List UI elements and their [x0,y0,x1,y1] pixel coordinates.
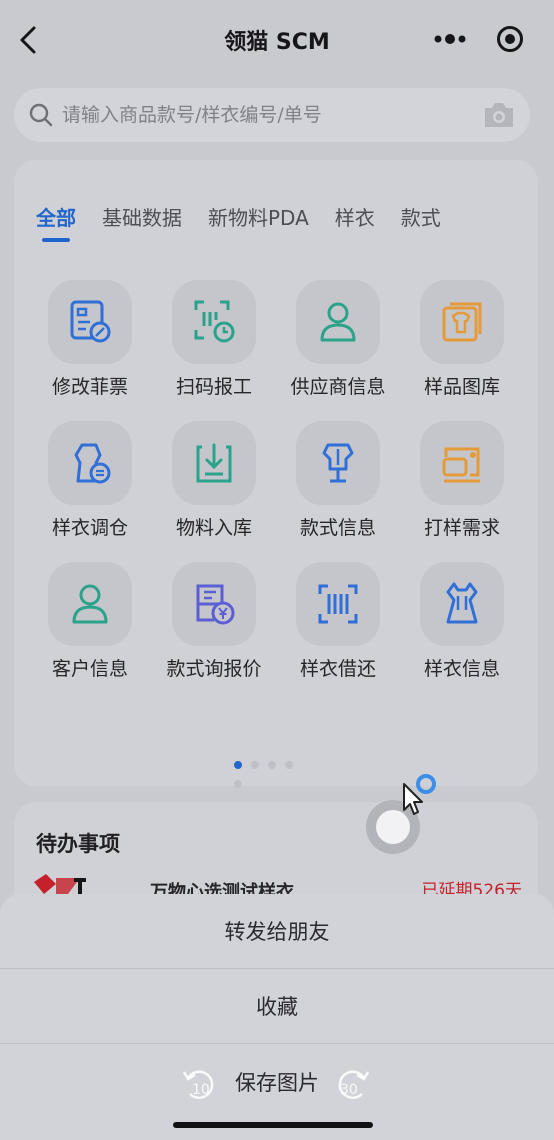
mannequin-transfer-icon [74,443,111,484]
forward-30-icon: 30 [338,1070,370,1099]
icon-tile [172,562,256,646]
grid-item-label: 扫码报工 [175,376,252,398]
tab-all[interactable]: 全部 [36,202,76,242]
grid-item-sample-gallery[interactable]: 样品图库 [400,276,524,406]
tab-basic-data[interactable]: 基础数据 [102,202,182,242]
svg-text:30: 30 [340,1082,358,1098]
tab-sample[interactable]: 样衣 [335,202,375,242]
page-indicator [234,754,314,788]
icon-tile [296,421,380,505]
grid-item-label: 样衣信息 [423,658,500,680]
icon-tile [172,421,256,505]
mannequin-icon [322,443,354,483]
save-image-button[interactable]: 保存图片 [0,1047,554,1119]
mouse-cursor-icon [403,774,436,815]
grid-item-label: 客户信息 [51,658,128,680]
svg-text:10: 10 [192,1082,210,1098]
grid-item-supplier-info[interactable]: 供应商信息 [276,276,400,406]
close-miniprogram-icon[interactable] [496,25,524,53]
category-tabs: 全部 基础数据 新物料PDA 样衣 款式 [36,202,516,246]
person-icon [320,302,356,342]
grid-item-sampling-demand[interactable]: 打样需求 [400,417,524,547]
grid-item-style-info[interactable]: 款式信息 [276,417,400,547]
favorite-button[interactable]: 收藏 [0,971,554,1043]
grid-item-label: 打样需求 [423,517,500,539]
grid-item-sample-borrow-return[interactable]: 样衣借还 [276,558,400,688]
grid-item-material-inbound[interactable]: 物料入库 [152,417,276,547]
icon-tile [48,280,132,364]
icon-tile [48,562,132,646]
divider [0,968,554,969]
nav-bar: 领猫 SCM [0,0,554,80]
sewing-machine-icon [442,447,480,483]
grid-item-label: 款式信息 [299,517,376,539]
page-dot [234,780,242,788]
gallery-shirt-icon [442,302,482,342]
divider [0,1043,554,1044]
todo-title: 待办事项 [36,832,120,856]
grid-item-sample-transfer[interactable]: 样衣调仓 [28,417,152,547]
icon-tile [420,280,504,364]
grid-item-label: 物料入库 [175,517,252,539]
grid-item-label: 供应商信息 [290,376,386,398]
grid-item-scan-report[interactable]: 扫码报工 [152,276,276,406]
grid-item-label: 样衣调仓 [51,517,128,539]
home-indicator[interactable] [173,1122,373,1128]
icon-tile [296,280,380,364]
grid-item-label: 款式询报价 [166,658,262,680]
icon-tile [172,280,256,364]
camera-icon[interactable] [482,100,516,130]
page-dot [234,761,242,769]
icon-tile [420,421,504,505]
grid-item-sample-info[interactable]: 样衣信息 [400,558,524,688]
barcode-scan-icon [318,584,358,624]
person-icon [72,584,108,624]
more-dots-icon[interactable] [432,28,468,50]
tab-style[interactable]: 款式 [401,202,441,242]
grid-item-label: 样衣借还 [299,658,376,680]
grid-item-style-quotation[interactable]: 款式询报价 [152,558,276,688]
edit-ticket-icon [70,300,111,343]
function-panel: 全部 基础数据 新物料PDA 样衣 款式 修改菲票 扫码报工 供应商信息 样品图… [14,160,538,788]
rewind-10-icon: 10 [182,1070,214,1099]
grid-item-label: 修改菲票 [51,376,128,398]
page-dot [268,761,276,769]
tab-new-material-pda[interactable]: 新物料PDA [208,202,309,242]
mini-program-capsule [418,16,542,62]
page-dot [285,761,293,769]
search-icon [29,103,53,127]
search-bar [14,88,530,142]
icon-tile [48,421,132,505]
icon-tile [296,562,380,646]
grid-item-label: 样品图库 [423,376,500,398]
grid-item-customer-info[interactable]: 客户信息 [28,558,152,688]
search-input[interactable] [62,88,462,142]
icon-tile [420,562,504,646]
inbound-box-icon [196,443,232,483]
price-tag-icon [196,584,235,625]
grid-item-edit-ticket[interactable]: 修改菲票 [28,276,152,406]
page-dot [251,761,259,769]
forward-to-friend-button[interactable]: 转发给朋友 [0,896,554,968]
scan-clock-icon [194,300,235,343]
dress-icon [446,582,478,624]
